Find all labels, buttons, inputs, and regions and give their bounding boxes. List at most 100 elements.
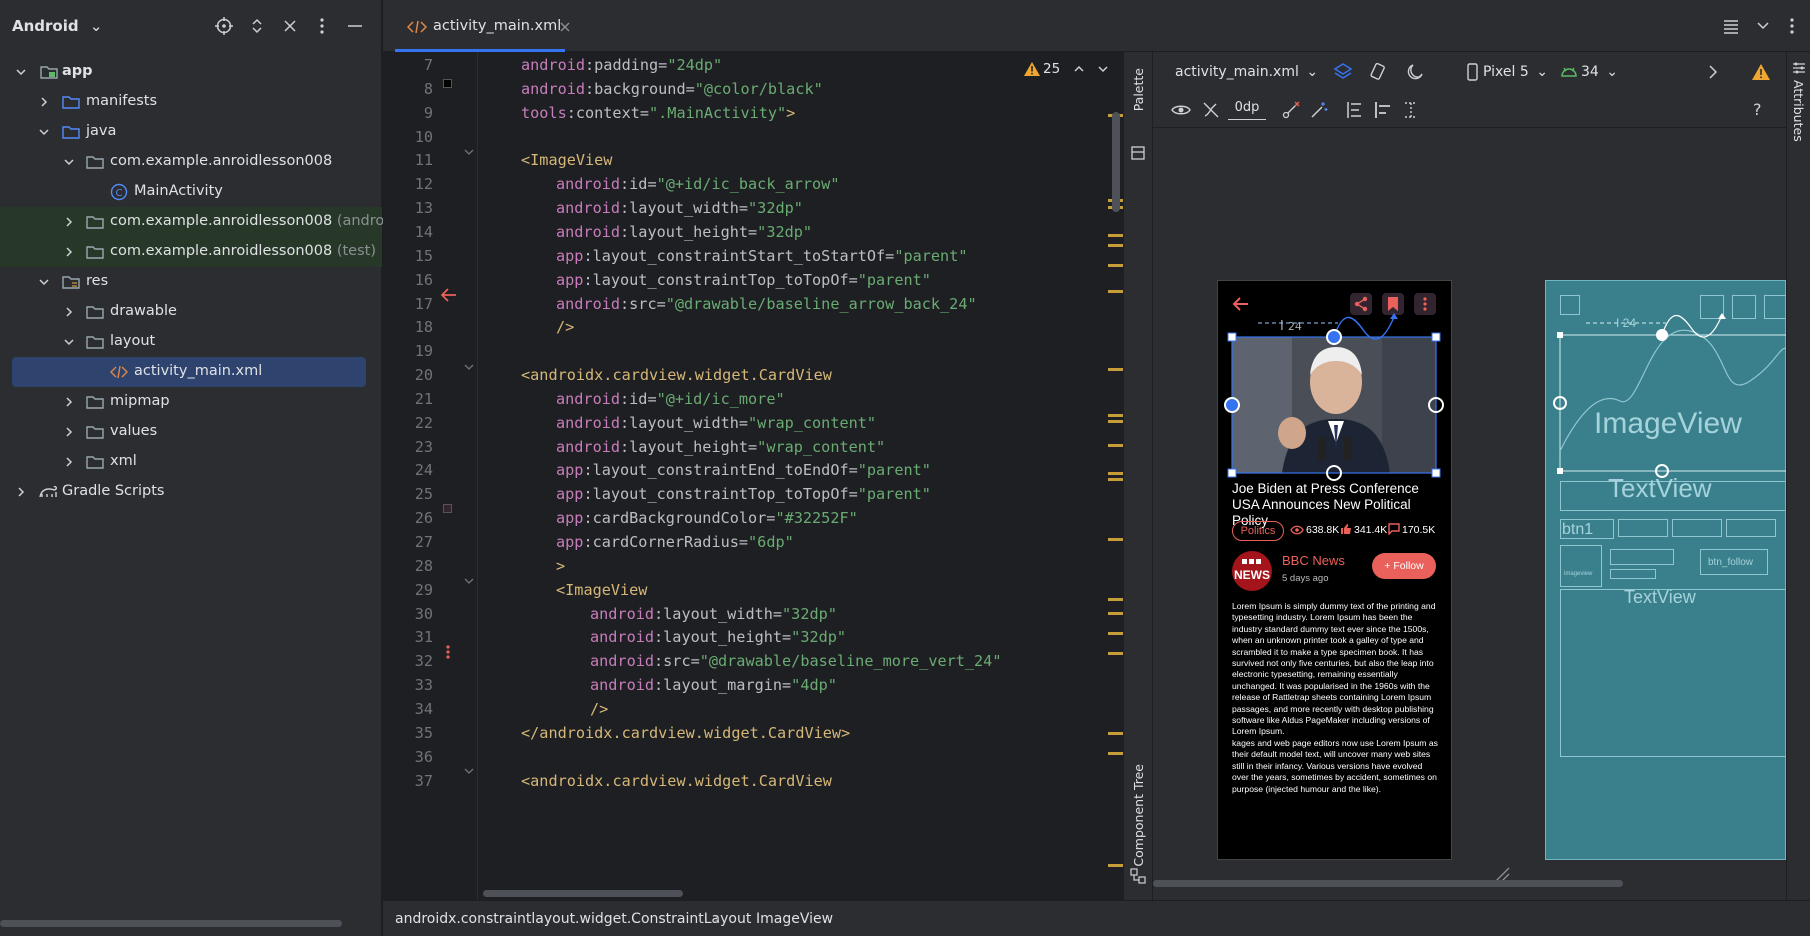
- error-stripe-marker[interactable]: [1108, 732, 1123, 735]
- tree-item-activity-main-xml[interactable]: activity_main.xml: [12, 357, 366, 387]
- device-icon[interactable]: [1462, 62, 1482, 82]
- code-token: android: [556, 294, 621, 313]
- guidelines-icon[interactable]: [1401, 100, 1421, 120]
- device-selector[interactable]: Pixel 5 ⌄: [1483, 64, 1548, 80]
- attributes-icon[interactable]: [1791, 60, 1807, 76]
- error-stripe-marker[interactable]: [1108, 478, 1123, 481]
- layout-file-selector[interactable]: activity_main.xml ⌄: [1175, 64, 1318, 80]
- attributes-tab[interactable]: Attributes: [1791, 80, 1806, 142]
- canvas-horizontal-scrollbar[interactable]: [1153, 880, 1623, 887]
- palette-label: Palette: [1131, 68, 1146, 112]
- warning-icon[interactable]: [1751, 62, 1771, 82]
- error-stripe-marker[interactable]: [1108, 598, 1123, 601]
- autoconnect-off-icon[interactable]: [1201, 100, 1221, 120]
- code-token: "32dp": [757, 222, 813, 241]
- tree-item-mipmap[interactable]: mipmap: [0, 387, 382, 417]
- design-surface-icon[interactable]: [1333, 62, 1353, 82]
- collapse-all-icon[interactable]: [280, 16, 300, 36]
- tree-item-app[interactable]: app: [0, 57, 382, 87]
- more-options-icon[interactable]: [1783, 17, 1801, 35]
- code-token: androidx.cardview.widget.CardView: [539, 723, 842, 742]
- tree-item-manifests[interactable]: manifests: [0, 87, 382, 117]
- error-stripe-marker[interactable]: [1108, 290, 1123, 293]
- component-tree-icon: [1130, 868, 1146, 884]
- tree-item-package-androidtest[interactable]: com.example.anroidlesson008 (androidTe: [0, 207, 413, 237]
- tree-item-java[interactable]: java: [0, 117, 382, 147]
- android-api-icon[interactable]: [1559, 62, 1579, 82]
- tree-item-package-main[interactable]: com.example.anroidlesson008: [0, 147, 382, 177]
- chevron-down-icon[interactable]: [1097, 63, 1109, 75]
- error-stripe-marker[interactable]: [1108, 264, 1123, 267]
- project-view-selector[interactable]: Android ⌄: [12, 17, 102, 35]
- infer-constraints-icon[interactable]: [1309, 100, 1329, 120]
- error-stripe-marker[interactable]: [1108, 368, 1123, 371]
- more-options-icon[interactable]: [312, 16, 332, 36]
- error-stripe-marker[interactable]: [1108, 234, 1123, 237]
- design-canvas[interactable]: I 24 Joe Biden at Press Conference USA A…: [1153, 132, 1786, 900]
- editor-vertical-scrollbar[interactable]: [1112, 112, 1120, 212]
- line-number: 24: [414, 461, 433, 480]
- code-token: />: [590, 699, 609, 718]
- code-text: app:layout_constraintTop_toTopOf="parent…: [556, 485, 931, 503]
- code-token: <: [521, 151, 531, 170]
- tree-item-xml[interactable]: xml: [0, 447, 382, 477]
- error-stripe-marker[interactable]: [1108, 652, 1123, 655]
- tree-item-package-test[interactable]: com.example.anroidlesson008 (test): [0, 237, 382, 267]
- fold-arrow-icon[interactable]: [464, 766, 474, 776]
- orientation-icon[interactable]: [1369, 62, 1389, 82]
- error-stripe-marker[interactable]: [1108, 752, 1123, 755]
- code-editor[interactable]: 7 android:padding="24dp" 8 android:backgrou…: [383, 52, 1123, 900]
- error-stripe-marker[interactable]: [1108, 472, 1123, 475]
- error-stripe-marker[interactable]: [1108, 244, 1123, 247]
- category-chip[interactable]: Politics: [1232, 521, 1284, 541]
- tree-item-label: activity_main.xml: [134, 363, 263, 379]
- palette-tab[interactable]: Palette: [1131, 68, 1146, 111]
- tree-item-res[interactable]: res: [0, 267, 382, 297]
- fold-arrow-icon[interactable]: [464, 147, 474, 157]
- code-token: "parent": [894, 246, 968, 265]
- default-margin-selector[interactable]: 0dp: [1228, 98, 1266, 120]
- error-stripe-marker[interactable]: [1108, 444, 1123, 447]
- close-icon[interactable]: [559, 21, 571, 33]
- error-stripe-marker[interactable]: [1108, 420, 1123, 423]
- tree-item-values[interactable]: values: [0, 417, 382, 447]
- night-mode-icon[interactable]: [1405, 62, 1425, 82]
- help-icon[interactable]: ?: [1753, 100, 1762, 119]
- project-horizontal-scrollbar[interactable]: [0, 920, 342, 927]
- chevron-up-icon[interactable]: [1073, 63, 1085, 75]
- hide-panel-icon[interactable]: [345, 16, 365, 36]
- breadcrumb-item[interactable]: ImageView: [756, 911, 833, 927]
- inspection-widget[interactable]: 25: [1023, 60, 1123, 80]
- chevron-down-icon[interactable]: [1756, 19, 1770, 33]
- component-tree-tab[interactable]: Component Tree: [1131, 764, 1146, 867]
- device-preview[interactable]: I 24 Joe Biden at Press Conference USA A…: [1217, 280, 1452, 860]
- fold-arrow-icon[interactable]: [464, 576, 474, 586]
- expand-collapse-icon[interactable]: [247, 16, 267, 36]
- breadcrumb-item[interactable]: androidx.constraintlayout.widget.Constra…: [395, 911, 751, 927]
- blueprint-preview[interactable]: I 24 ImageView TextView btn1 imageview b…: [1545, 280, 1786, 860]
- tree-item-gradle-scripts[interactable]: Gradle Scripts: [0, 477, 382, 507]
- tree-item-label: MainActivity: [134, 183, 223, 199]
- error-stripe-marker[interactable]: [1108, 612, 1123, 615]
- chevron-right-icon[interactable]: [1703, 62, 1723, 82]
- error-stripe-marker[interactable]: [1108, 538, 1123, 541]
- eye-icon[interactable]: [1171, 100, 1191, 120]
- error-stripe-marker[interactable]: [1108, 414, 1123, 417]
- align-icon[interactable]: [1373, 100, 1393, 120]
- tree-item-layout[interactable]: layout: [0, 327, 382, 357]
- clear-constraints-icon[interactable]: [1281, 100, 1301, 120]
- fold-arrow-icon[interactable]: [464, 362, 474, 372]
- tree-item-drawable[interactable]: drawable: [0, 297, 382, 327]
- view-mode-code-icon[interactable]: [1722, 17, 1740, 35]
- tab-activity-main-xml[interactable]: activity_main.xml: [395, 0, 570, 52]
- code-line[interactable]: 37 <androidx.cardview.widget.CardView: [383, 768, 1123, 795]
- api-level-selector[interactable]: 34 ⌄: [1581, 64, 1618, 80]
- pack-icon[interactable]: [1345, 100, 1365, 120]
- follow-button[interactable]: + Follow: [1372, 553, 1436, 579]
- editor-horizontal-scrollbar[interactable]: [483, 890, 683, 897]
- line-number: 29: [414, 580, 433, 599]
- tree-item-mainactivity[interactable]: C MainActivity: [0, 177, 382, 207]
- error-stripe-marker[interactable]: [1108, 864, 1123, 867]
- locate-icon[interactable]: [214, 16, 234, 36]
- error-stripe-marker[interactable]: [1108, 632, 1123, 635]
